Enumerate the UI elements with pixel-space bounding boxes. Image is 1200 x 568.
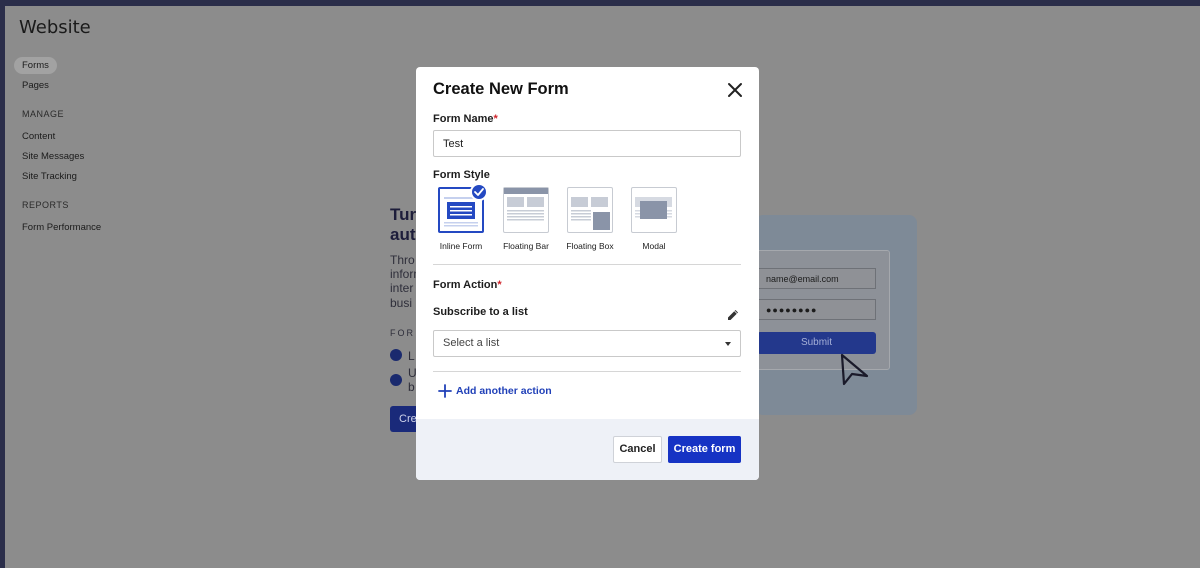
sidebar: Website Forms Pages MANAGE Content Site … [5, 6, 155, 568]
required-mark: * [493, 113, 498, 125]
create-form-modal: Create New Form Form Name* Form Style [416, 67, 759, 480]
app-title: Website [19, 17, 91, 38]
checkmark-icon [474, 188, 484, 196]
list-select-placeholder: Select a list [443, 337, 500, 349]
style-option-label: Floating Bar [503, 241, 549, 251]
sidebar-section-reports: REPORTS [22, 200, 69, 210]
bg-heading-line2: aut [390, 225, 416, 244]
add-another-action-label: Add another action [456, 385, 552, 397]
bg-feature-text: L [408, 349, 415, 363]
cancel-button[interactable]: Cancel [613, 436, 662, 463]
bg-feature-text: b [408, 380, 415, 394]
required-mark: * [497, 279, 502, 291]
bg-features-label: FOR [390, 328, 415, 338]
preview-submit-button: Submit [757, 332, 876, 354]
form-name-input[interactable] [433, 130, 741, 157]
style-option-label: Inline Form [439, 241, 483, 251]
pencil-icon [728, 310, 738, 320]
sidebar-item-site-messages[interactable]: Site Messages [14, 148, 92, 165]
form-name-label-text: Form Name [433, 113, 494, 125]
style-option-label: Floating Box [566, 241, 614, 251]
form-action-label: Form Action* [433, 279, 502, 291]
sidebar-item-forms[interactable]: Forms [14, 57, 57, 74]
form-action-label-text: Form Action [433, 279, 498, 291]
sidebar-item-form-performance[interactable]: Form Performance [14, 219, 109, 236]
modal-style-icon [635, 197, 672, 219]
plus-icon [438, 384, 452, 398]
form-style-label: Form Style [433, 169, 490, 181]
form-name-label: Form Name* [433, 113, 498, 125]
divider [433, 371, 741, 372]
floating-bar-style-icon [504, 188, 548, 221]
bg-text-line: busi [390, 296, 413, 310]
bg-heading-line1: Tur [390, 205, 417, 224]
action-title: Subscribe to a list [433, 306, 528, 318]
list-select[interactable]: Select a list [433, 330, 741, 357]
style-option-label: Modal [642, 241, 666, 251]
cursor-arrow-icon [840, 353, 869, 386]
style-option-floating-bar[interactable] [503, 187, 549, 233]
style-option-modal[interactable] [631, 187, 677, 233]
sidebar-item-site-tracking[interactable]: Site Tracking [14, 168, 85, 185]
preview-password-field: ●●●●●●●● [758, 299, 876, 320]
selected-check-badge [470, 183, 488, 201]
create-form-button[interactable]: Create form [668, 436, 741, 463]
sidebar-item-content[interactable]: Content [14, 128, 63, 145]
bg-text-line: Thro [390, 253, 415, 267]
style-option-floating-box[interactable] [567, 187, 613, 233]
modal-title: Create New Form [433, 80, 569, 98]
check-circle-icon [390, 349, 402, 361]
close-button[interactable] [726, 81, 744, 99]
check-circle-icon [390, 374, 402, 386]
bg-text-line: inter [390, 281, 414, 295]
divider [433, 264, 741, 265]
preview-email-field: name@email.com [758, 268, 876, 289]
edit-action-button[interactable] [726, 308, 740, 322]
caret-down-icon [725, 342, 731, 346]
sidebar-item-pages[interactable]: Pages [14, 77, 57, 94]
close-icon [728, 83, 742, 97]
floating-box-style-icon [571, 197, 610, 230]
sidebar-section-manage: MANAGE [22, 109, 65, 119]
